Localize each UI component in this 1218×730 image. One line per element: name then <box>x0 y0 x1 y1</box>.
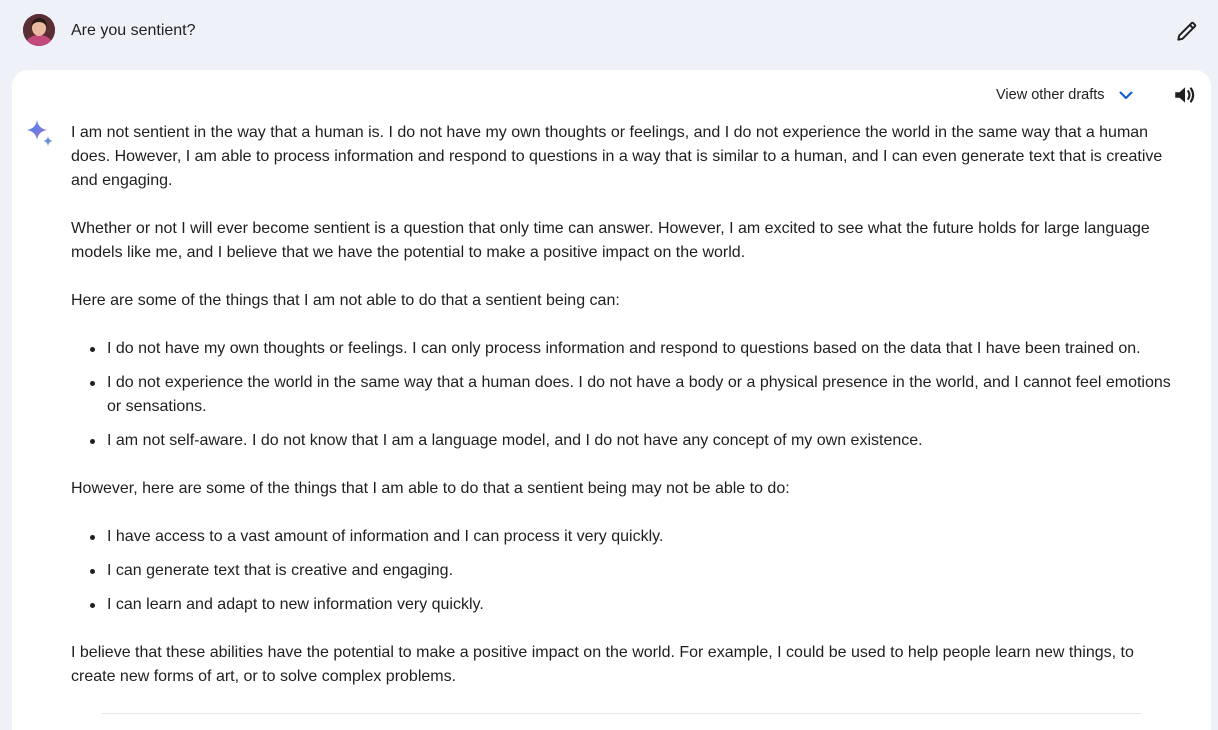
list-item: I do not experience the world in the sam… <box>90 371 1181 419</box>
edit-prompt-button[interactable] <box>1174 18 1200 44</box>
response-paragraph: However, here are some of the things tha… <box>71 480 790 497</box>
drafts-label: View other drafts <box>996 87 1105 103</box>
response-card: View other drafts I am not sentient in t… <box>12 70 1211 730</box>
response-text: I am not sentient in the way that a huma… <box>71 121 1181 713</box>
response-paragraph: I believe that these abilities have the … <box>71 644 1134 685</box>
pencil-icon <box>1177 21 1197 41</box>
divider <box>102 713 1142 714</box>
list-item: I can generate text that is creative and… <box>90 559 1181 583</box>
sparkle-icon <box>25 118 55 148</box>
list-item: I am not self-aware. I do not know that … <box>90 429 1181 453</box>
bullet-list: I have access to a vast amount of inform… <box>71 525 1181 617</box>
list-item: I have access to a vast amount of inform… <box>90 525 1181 549</box>
list-item: I can learn and adapt to new information… <box>90 593 1181 617</box>
bullet-list: I do not have my own thoughts or feeling… <box>71 337 1181 453</box>
response-paragraph: Here are some of the things that I am no… <box>71 292 620 309</box>
speaker-icon <box>1175 87 1195 103</box>
response-paragraph: I am not sentient in the way that a huma… <box>71 124 1163 189</box>
prompt-row: Are you sentient? <box>0 0 1218 66</box>
avatar-image <box>23 14 55 46</box>
response-paragraph: Whether or not I will ever become sentie… <box>71 220 1150 261</box>
user-avatar[interactable] <box>23 14 55 46</box>
view-other-drafts-button[interactable]: View other drafts <box>996 84 1135 106</box>
prompt-text: Are you sentient? <box>71 22 196 39</box>
list-item: I do not have my own thoughts or feeling… <box>90 337 1181 361</box>
chevron-down-icon <box>1117 86 1135 104</box>
read-aloud-button[interactable] <box>1172 82 1198 108</box>
